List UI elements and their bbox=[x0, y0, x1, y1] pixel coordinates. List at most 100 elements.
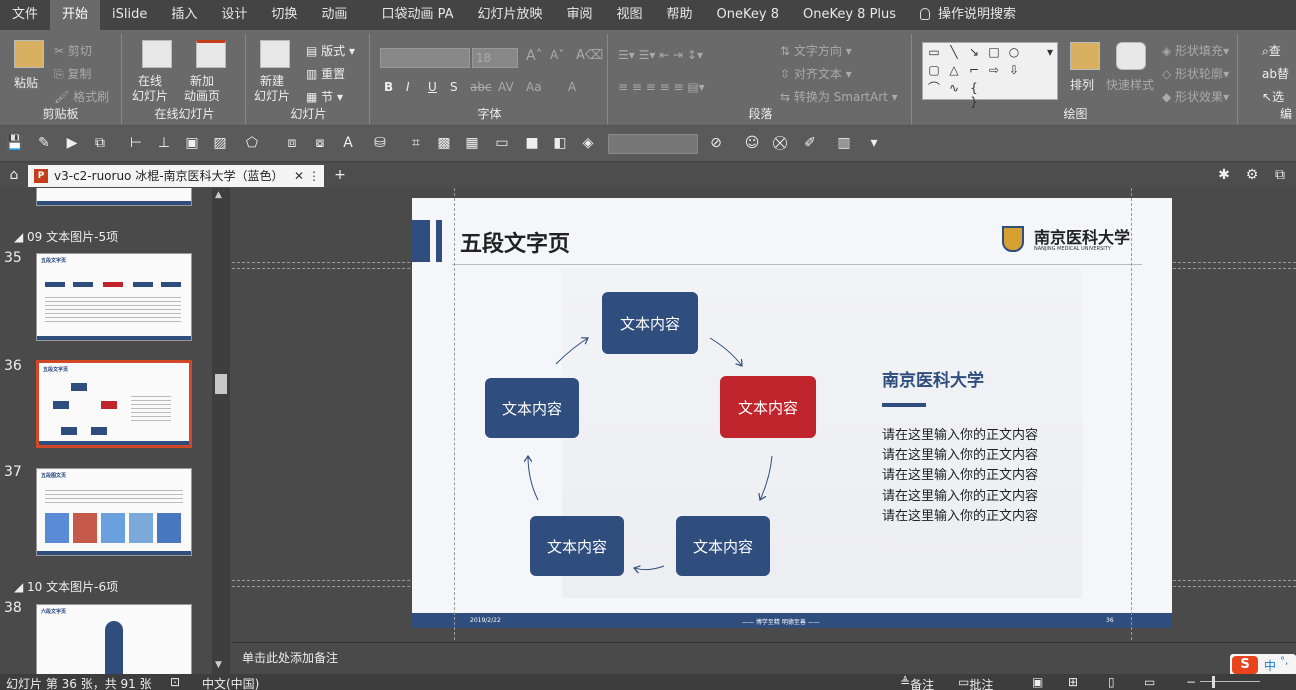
language[interactable]: 中文(中国) bbox=[202, 675, 259, 690]
arrange-button[interactable]: 排列 bbox=[1070, 76, 1094, 93]
tab-menu-icon[interactable]: ⋮ bbox=[308, 165, 320, 187]
shape-outline-button[interactable]: ◇ 形状轮廓▾ bbox=[1162, 65, 1229, 82]
group-icon[interactable]: ⧈ bbox=[284, 135, 300, 151]
section-10-title[interactable]: ◢ 10 文本图片-6项 bbox=[14, 578, 118, 595]
text-direction-button[interactable]: ⇅ 文字方向 ▾ bbox=[780, 42, 852, 59]
lasso-icon[interactable]: ⊘ bbox=[708, 135, 724, 151]
settings-plugin-icon[interactable]: ✱ bbox=[1216, 167, 1232, 183]
menu-animations[interactable]: 动画 bbox=[309, 0, 359, 30]
spellcheck-icon[interactable]: ⊡ bbox=[170, 675, 180, 689]
select-button[interactable]: ↖选 bbox=[1262, 88, 1284, 105]
font-family-select[interactable] bbox=[380, 48, 470, 68]
arrange-icon[interactable] bbox=[1070, 42, 1100, 70]
body-text-line[interactable]: 请在这里输入你的正文内容 bbox=[882, 505, 1038, 524]
layers-icon[interactable]: ◧ bbox=[552, 135, 568, 151]
cut-button[interactable]: ✂ 剪切 bbox=[54, 42, 92, 59]
rounded-rect-shape-icon[interactable]: ▢ bbox=[925, 63, 943, 77]
bold-button[interactable]: B bbox=[384, 80, 393, 94]
slide-sorter-icon[interactable]: ⊞ bbox=[1068, 675, 1078, 689]
comments-button[interactable]: ▭ 批注 bbox=[958, 675, 993, 690]
close-tab-icon[interactable]: ✕ bbox=[294, 165, 304, 187]
slide-thumb-36[interactable]: 五段文字页 bbox=[36, 360, 192, 448]
ungroup-icon[interactable]: ⧇ bbox=[312, 135, 328, 151]
align-left-icon[interactable]: ⊢ bbox=[128, 135, 144, 151]
new-anim-icon[interactable] bbox=[196, 40, 226, 68]
save-icon[interactable]: 💾 bbox=[6, 135, 23, 151]
cycle-box-top[interactable]: 文本内容 bbox=[602, 292, 698, 354]
menu-slideshow[interactable]: 幻灯片放映 bbox=[465, 0, 554, 30]
right-title[interactable]: 南京医科大学 bbox=[882, 366, 984, 391]
body-text-line[interactable]: 请在这里输入你的正文内容 bbox=[882, 424, 1038, 443]
textbox-shape-icon[interactable]: ▭ bbox=[925, 45, 943, 59]
slide-thumb-35[interactable]: 五段文字页 bbox=[36, 253, 192, 341]
online-slide-icon[interactable] bbox=[142, 40, 172, 68]
home-icon[interactable]: ⌂ bbox=[6, 167, 22, 183]
underline-button[interactable]: U bbox=[428, 80, 437, 94]
menu-insert[interactable]: 插入 bbox=[159, 0, 209, 30]
shape-effects-button[interactable]: ◆ 形状效果▾ bbox=[1162, 88, 1229, 105]
menu-file[interactable]: 文件 bbox=[0, 0, 50, 30]
fill-bucket-icon[interactable]: ⛁ bbox=[372, 135, 388, 151]
chart-icon[interactable]: ▥ bbox=[836, 135, 852, 151]
font-size-select[interactable]: 18 bbox=[472, 48, 518, 68]
font-a-icon[interactable]: A bbox=[340, 135, 356, 151]
scroll-down-icon[interactable]: ▼ bbox=[215, 660, 222, 670]
scroll-up-icon[interactable]: ▲ bbox=[215, 190, 222, 200]
format-icon[interactable]: ⧉ bbox=[92, 135, 108, 151]
style-dropdown[interactable] bbox=[608, 134, 698, 154]
clear-format-button[interactable]: A⌫ bbox=[576, 48, 603, 63]
shadow-button[interactable]: S bbox=[450, 80, 458, 94]
find-button[interactable]: ⌕查 bbox=[1262, 42, 1281, 59]
rect-shape-icon[interactable]: □ bbox=[985, 45, 1003, 59]
oval-shape-icon[interactable]: ○ bbox=[1005, 45, 1023, 59]
replace-button[interactable]: ab替 bbox=[1262, 65, 1289, 82]
align-text-button[interactable]: ⇳ 对齐文本 ▾ bbox=[780, 65, 852, 82]
paste-icon[interactable] bbox=[14, 40, 44, 68]
menu-transitions[interactable]: 切换 bbox=[259, 0, 309, 30]
slide-canvas[interactable]: 五段文字页 南京医科大学 NANJING MEDICAL UNIVERSITY … bbox=[412, 198, 1172, 628]
right-arrow-shape-icon[interactable]: ⇨ bbox=[985, 63, 1003, 77]
cycle-box-right[interactable]: 文本内容 bbox=[720, 376, 816, 438]
scrollbar-thumb[interactable] bbox=[215, 374, 227, 394]
new-tab-icon[interactable]: + bbox=[332, 167, 348, 183]
shapes-gallery[interactable]: ▭ ╲ ↘ □ ○ ▢ △ ⌐ ⇨ ⇩ ⌒ ∿ { } ▾ bbox=[922, 42, 1058, 109]
line-shape-icon[interactable]: ╲ bbox=[945, 45, 963, 59]
zoom-out-icon[interactable]: − bbox=[1186, 675, 1196, 689]
cycle-box-bottom-right[interactable]: 文本内容 bbox=[676, 516, 770, 576]
slideshow-view-icon[interactable]: ▭ bbox=[1144, 675, 1155, 689]
body-text-line[interactable]: 请在这里输入你的正文内容 bbox=[882, 464, 1038, 483]
menu-view[interactable]: 视图 bbox=[605, 0, 655, 30]
person-icon[interactable]: ☺ bbox=[744, 135, 760, 151]
section-button[interactable]: ▦ 节 ▾ bbox=[306, 88, 343, 105]
slideshow-icon[interactable]: ▶ bbox=[64, 135, 80, 151]
shape-fill-button[interactable]: ◈ 形状填充▾ bbox=[1162, 42, 1229, 59]
document-tab[interactable]: P v3-c2-ruoruo 冰棍-南京医科大学（蓝色） ✕ ⋮ bbox=[28, 165, 324, 187]
align-center-icon[interactable]: ⊥ bbox=[156, 135, 172, 151]
menu-onekey8plus[interactable]: OneKey 8 Plus bbox=[791, 0, 908, 30]
quick-styles-button[interactable]: 快速样式 bbox=[1106, 76, 1154, 93]
curve-shape-icon[interactable]: ∿ bbox=[945, 81, 963, 95]
menu-help[interactable]: 帮助 bbox=[655, 0, 705, 30]
reset-button[interactable]: ▥ 重置 bbox=[306, 65, 345, 82]
menu-onekey8[interactable]: OneKey 8 bbox=[705, 0, 791, 30]
slide-thumb-38[interactable]: 六段文字页 bbox=[36, 604, 192, 674]
italic-button[interactable]: I bbox=[406, 80, 410, 94]
table-icon[interactable]: ▦ bbox=[464, 135, 480, 151]
char-spacing-button[interactable]: AV bbox=[498, 80, 514, 94]
new-anim-button[interactable]: 新加 动画页 bbox=[184, 74, 220, 104]
down-arrow-shape-icon[interactable]: ⇩ bbox=[1005, 63, 1023, 77]
shape-icon[interactable]: ⬠ bbox=[244, 135, 260, 151]
connector-shape-icon[interactable]: ⌐ bbox=[965, 63, 983, 77]
increase-font-button[interactable]: A˄ bbox=[526, 48, 543, 64]
change-case-button[interactable]: Aa bbox=[526, 80, 542, 94]
zoom-slider[interactable] bbox=[1200, 681, 1260, 682]
menu-pocket-animation[interactable]: 口袋动画 PA bbox=[369, 0, 465, 30]
cycle-box-bottom-left[interactable]: 文本内容 bbox=[530, 516, 624, 576]
new-slide-icon[interactable] bbox=[260, 40, 290, 68]
brace-shape-icon[interactable]: { } bbox=[965, 81, 983, 109]
notes-toggle-button[interactable]: ≜ 备注 bbox=[900, 675, 934, 690]
decrease-font-button[interactable]: A˅ bbox=[550, 48, 564, 62]
screenshot-icon[interactable]: ▩ bbox=[436, 135, 452, 151]
format-painter-button[interactable]: 🖌 格式刷 bbox=[54, 88, 109, 105]
thumbnail-scrollbar[interactable]: ▲ ▼ bbox=[212, 188, 230, 674]
